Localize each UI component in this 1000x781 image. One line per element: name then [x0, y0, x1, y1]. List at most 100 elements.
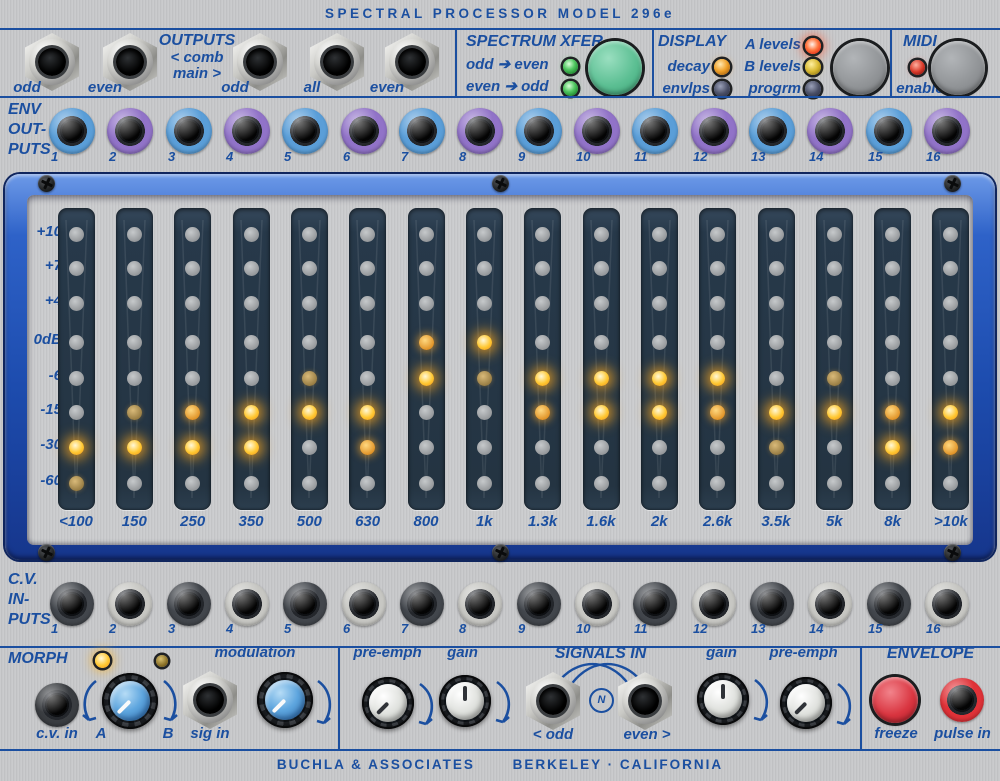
env-output-jack-5[interactable] [282, 108, 328, 154]
modulation-knob[interactable] [257, 672, 313, 728]
meter-led [127, 405, 142, 420]
cv-input-jack-14[interactable] [808, 582, 852, 626]
env-output-jack-10[interactable] [574, 108, 620, 154]
meter-led [302, 261, 317, 276]
env-output-jack-1[interactable] [49, 108, 95, 154]
spectrum-xfer-button[interactable] [588, 41, 642, 95]
pre-emph-right-knob[interactable] [780, 677, 832, 729]
env-output-jack-9[interactable] [516, 108, 562, 154]
env-output-jack-14[interactable] [807, 108, 853, 154]
cv-input-jack-8[interactable] [458, 582, 502, 626]
meter-led [652, 296, 667, 311]
meter-led [244, 476, 259, 491]
meter-led [769, 405, 784, 420]
db-label: +10 [20, 224, 62, 241]
env-output-number: 12 [693, 150, 727, 164]
pre-emph-right-arrow-icon [835, 681, 855, 729]
meter-led [535, 296, 550, 311]
env-output-jack-13[interactable] [749, 108, 795, 154]
meter-band-<100 [58, 208, 95, 510]
cv-input-jack-3[interactable] [167, 582, 211, 626]
meter-led [885, 405, 900, 420]
display-button[interactable] [833, 41, 887, 95]
cv-input-jack-6[interactable] [342, 582, 386, 626]
band-freq-label: 500 [280, 514, 338, 531]
env-outputs-label-2: OUT- [8, 121, 46, 139]
db-label: -30 [20, 437, 62, 454]
spectrum-xfer-odd-even-label: odd ➔ even [466, 57, 549, 74]
signals-normal-symbol: N [589, 688, 614, 713]
meter-led [885, 227, 900, 242]
gain-left-knob[interactable] [439, 675, 491, 727]
display-a-levels-led [805, 38, 821, 54]
output-jack-label: all [282, 80, 342, 97]
meter-led [69, 405, 84, 420]
cv-input-number: 13 [751, 622, 785, 636]
screw-icon [944, 175, 961, 192]
cv-input-jack-7[interactable] [400, 582, 444, 626]
band-freq-label: <100 [47, 514, 105, 531]
band-freq-label: 8k [864, 514, 922, 531]
display-decay-led [714, 59, 730, 75]
meter-led [127, 371, 142, 386]
cv-input-jack-16[interactable] [925, 582, 969, 626]
meter-led [827, 335, 842, 350]
jack-hole [116, 48, 144, 76]
morph-a-label: A [86, 726, 116, 743]
band-slot-graphic [174, 208, 211, 510]
meter-band-150 [116, 208, 153, 510]
cv-input-number: 1 [51, 622, 85, 636]
morph-cv-in-jack[interactable] [35, 683, 79, 727]
env-output-number: 10 [576, 150, 610, 164]
pre-emph-left-knob[interactable] [362, 677, 414, 729]
band-freq-label: 350 [222, 514, 280, 531]
meter-led [535, 476, 550, 491]
env-output-number: 15 [868, 150, 902, 164]
cv-input-jack-15[interactable] [867, 582, 911, 626]
cv-input-jack-12[interactable] [692, 582, 736, 626]
cv-input-jack-13[interactable] [750, 582, 794, 626]
knob-pointer-icon [721, 684, 725, 699]
cv-input-jack-1[interactable] [50, 582, 94, 626]
cv-input-jack-4[interactable] [225, 582, 269, 626]
band-slot-graphic [58, 208, 95, 510]
cv-input-jack-10[interactable] [575, 582, 619, 626]
meter-led [769, 371, 784, 386]
jack-hole [38, 48, 66, 76]
morph-knob[interactable] [102, 673, 158, 729]
band-slot-graphic [816, 208, 853, 510]
env-output-jack-12[interactable] [691, 108, 737, 154]
env-output-jack-8[interactable] [457, 108, 503, 154]
meter-led [244, 405, 259, 420]
env-output-jack-16[interactable] [924, 108, 970, 154]
env-output-number: 9 [518, 150, 552, 164]
cv-input-jack-9[interactable] [517, 582, 561, 626]
gain-right-knob[interactable] [697, 673, 749, 725]
env-output-jack-11[interactable] [632, 108, 678, 154]
meter-led [360, 335, 375, 350]
env-output-jack-3[interactable] [166, 108, 212, 154]
env-output-jack-2[interactable] [107, 108, 153, 154]
display-b-levels-led [805, 59, 821, 75]
meter-led [943, 261, 958, 276]
env-output-jack-4[interactable] [224, 108, 270, 154]
spectrum-xfer-even-odd-label: even ➔ odd [466, 79, 549, 96]
cv-input-jack-5[interactable] [283, 582, 327, 626]
meter-led [127, 227, 142, 242]
envelope-pulse-in-jack[interactable] [940, 678, 984, 722]
morph-arrow-a-icon [80, 678, 98, 726]
cv-input-jack-11[interactable] [633, 582, 677, 626]
morph-sig-in-jack[interactable] [183, 671, 237, 729]
meter-led [885, 335, 900, 350]
env-output-jack-15[interactable] [866, 108, 912, 154]
env-output-jack-7[interactable] [399, 108, 445, 154]
envelope-freeze-button[interactable] [872, 677, 918, 723]
cv-input-jack-2[interactable] [108, 582, 152, 626]
meter-led [769, 335, 784, 350]
morph-b-label: B [153, 726, 183, 743]
meter-led [710, 261, 725, 276]
midi-button[interactable] [931, 41, 985, 95]
divider [0, 749, 1000, 751]
meter-led [827, 405, 842, 420]
env-output-jack-6[interactable] [341, 108, 387, 154]
